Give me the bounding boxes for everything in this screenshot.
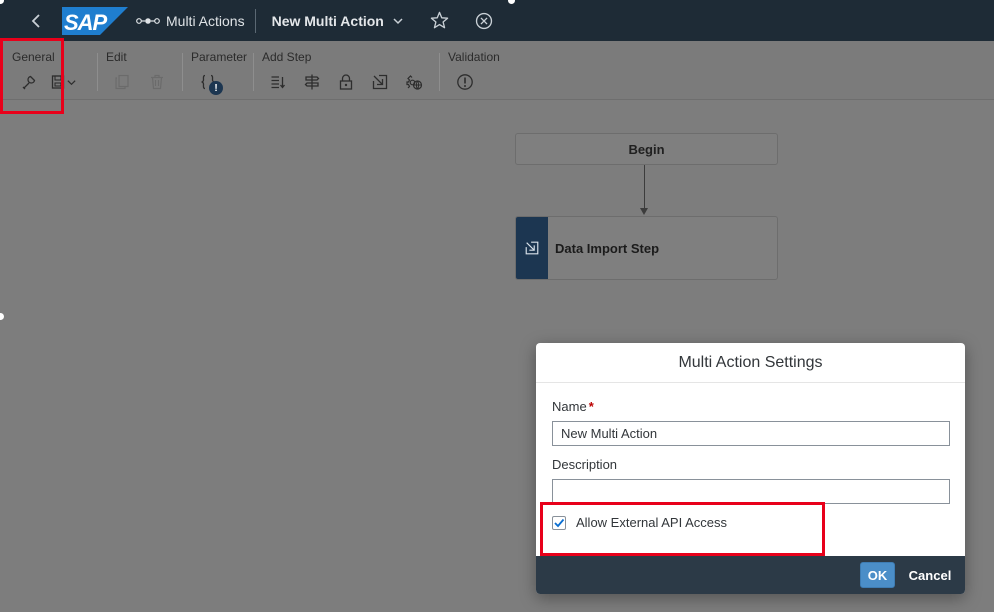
app-name[interactable]: Multi Actions (166, 13, 245, 29)
flow-connector (644, 165, 645, 211)
data-import-step-node[interactable]: Data Import Step (515, 216, 778, 280)
document-title[interactable]: New Multi Action (272, 13, 384, 29)
toolbar-group-label-validation: Validation (448, 50, 500, 64)
toolbar-group-label-add-step: Add Step (262, 50, 312, 64)
shell-divider (254, 8, 256, 33)
begin-label: Begin (628, 141, 665, 157)
ok-button[interactable]: OK (860, 562, 895, 588)
shell-bar: SAP Multi Actions New Multi Action (0, 0, 994, 41)
name-input[interactable] (552, 421, 950, 446)
add-sequence-step-icon[interactable] (267, 71, 289, 93)
add-data-import-step-icon[interactable] (369, 71, 391, 93)
description-input[interactable] (552, 479, 950, 504)
toolbar-group-parameter: Parameter ! (183, 41, 253, 100)
highlight-general-group (0, 38, 64, 114)
add-version-lock-step-icon[interactable] (335, 71, 357, 93)
dialog-footer: OK Cancel (536, 556, 965, 594)
favorite-star-icon[interactable] (430, 11, 450, 31)
toolbar-group-label-parameter: Parameter (191, 50, 248, 64)
name-label: Name * (552, 399, 594, 414)
multi-action-settings-dialog: Multi Action Settings Name* Description … (536, 343, 965, 594)
add-data-action-step-icon[interactable] (301, 71, 323, 93)
data-import-icon (525, 241, 539, 255)
required-marker: * (588, 399, 594, 414)
toolbar-group-add-step: Add Step (254, 41, 439, 100)
parameter-warning-badge: ! (209, 81, 223, 95)
back-button[interactable] (18, 0, 56, 41)
highlight-api-access (540, 502, 825, 556)
step-label: Data Import Step (555, 240, 660, 256)
copy-icon[interactable] (111, 71, 133, 93)
sap-logo[interactable]: SAP (62, 6, 128, 35)
cancel-button[interactable]: Cancel (904, 562, 956, 588)
name-label-text: Name (552, 399, 587, 414)
toolbar-group-edit: Edit (98, 41, 182, 100)
add-api-step-icon[interactable] (403, 71, 425, 93)
begin-node[interactable]: Begin (515, 133, 778, 165)
save-menu-chevron-icon[interactable] (64, 71, 78, 93)
validation-warning-icon[interactable] (454, 71, 476, 93)
dialog-title: Multi Action Settings (536, 343, 965, 383)
toolbar-group-label-edit: Edit (106, 50, 127, 64)
sap-logo-text: SAP (64, 9, 107, 35)
flow-connector-arrow (640, 208, 648, 215)
toolbar-group-validation: Validation (440, 41, 520, 100)
chevron-down-icon[interactable] (392, 15, 404, 27)
description-label: Description (552, 457, 618, 472)
chevron-left-icon (31, 13, 40, 28)
delete-icon[interactable] (146, 71, 168, 93)
step-accent (516, 217, 548, 279)
close-circle-icon[interactable] (474, 11, 494, 31)
multi-actions-icon (136, 14, 160, 28)
toolbar: General Edit Parameter ! Add Step Valida… (0, 41, 994, 100)
